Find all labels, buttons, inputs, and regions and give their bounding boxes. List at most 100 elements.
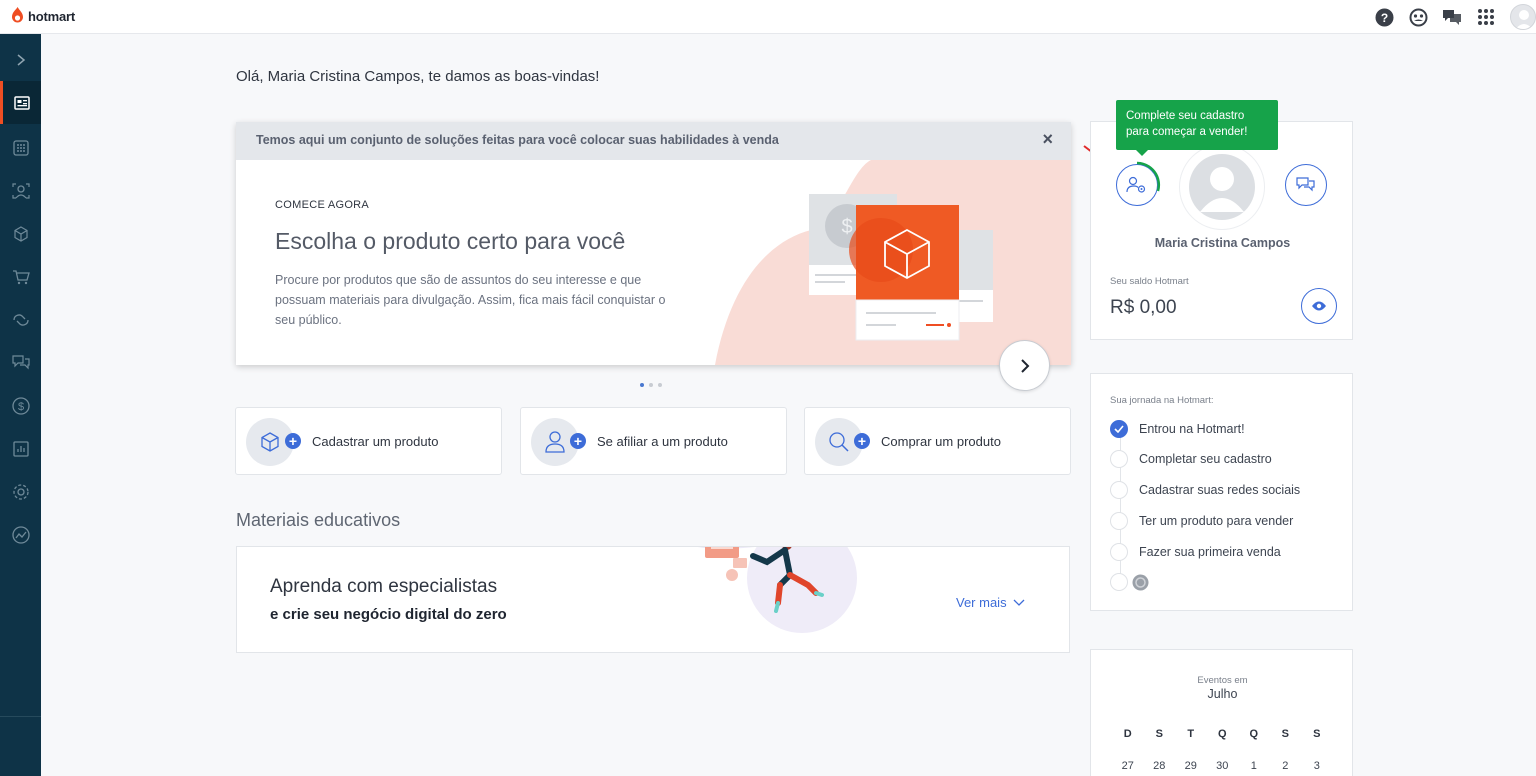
calendar-weekdays: D S T Q Q S S [1112, 728, 1342, 740]
products-grid-icon [12, 139, 29, 156]
carousel-dot[interactable] [649, 383, 653, 387]
sidebar-item-affiliates[interactable] [0, 169, 41, 212]
calendar-day[interactable]: 27 [1112, 760, 1144, 772]
action-label: Se afiliar a um produto [597, 434, 728, 449]
learning-illustration [698, 547, 857, 633]
plus-icon: + [854, 433, 870, 449]
calendar-day[interactable]: 28 [1144, 760, 1176, 772]
weekday-label: S [1313, 728, 1321, 740]
community-icon[interactable] [1408, 7, 1428, 27]
svg-text:$: $ [17, 401, 23, 413]
welcome-greeting: Olá, Maria Cristina Campos, te damos as … [236, 68, 600, 85]
calendar-label: Eventos em [1197, 675, 1248, 686]
action-label: Comprar um produto [881, 434, 1001, 449]
chevron-down-icon [1013, 599, 1025, 606]
weekday-label: S [1281, 728, 1289, 740]
hotmart-logo[interactable]: hotmart [10, 7, 75, 25]
sidebar-expand[interactable] [0, 38, 41, 81]
sidebar-item-messages[interactable] [0, 341, 41, 384]
see-more-label: Ver mais [956, 595, 1007, 610]
see-more-link[interactable]: Ver mais [956, 595, 1025, 610]
journey-step-label: Completar seu cadastro [1139, 452, 1272, 466]
weekday-label: Q [1249, 728, 1259, 740]
journey-step[interactable]: Fazer sua primeira venda [1110, 542, 1281, 562]
journey-step[interactable]: Cadastrar suas redes sociais [1110, 480, 1300, 500]
carousel-dot[interactable] [640, 383, 644, 387]
carousel-dot[interactable] [658, 383, 662, 387]
slide-kicker: COMECE AGORA [275, 199, 370, 211]
sidebar-item-analytics[interactable] [0, 513, 41, 556]
action-label: Cadastrar um produto [312, 434, 439, 449]
carousel-pagination [640, 383, 662, 387]
reports-icon [12, 440, 29, 457]
messages-icon [11, 354, 30, 369]
user-avatar-icon[interactable] [1510, 4, 1536, 30]
affiliate-product-card[interactable]: + Se afiliar a um produto [520, 407, 787, 475]
sidebar-item-cart[interactable] [0, 255, 41, 298]
journey-step: Entrou na Hotmart! [1110, 419, 1245, 439]
calendar-day[interactable]: 1 [1238, 760, 1270, 772]
plus-icon: + [570, 433, 586, 449]
pending-step-icon [1110, 512, 1128, 530]
materials-heading: Aprenda com especialistas [270, 576, 498, 597]
sidebar-item-reports[interactable] [0, 427, 41, 470]
balance-label: Seu saldo Hotmart [1110, 276, 1189, 287]
journey-card: Sua jornada na Hotmart: Entrou na Hotmar… [1090, 373, 1353, 611]
chevron-right-icon [17, 53, 25, 66]
journey-step-label: Ter um produto para vender [1139, 514, 1294, 528]
chat-bubbles-icon [1296, 177, 1315, 192]
carousel-next-button[interactable] [999, 340, 1050, 391]
pending-step-icon [1110, 481, 1128, 499]
journey-step-label: Fazer sua primeira venda [1139, 545, 1281, 559]
close-icon[interactable]: × [1042, 129, 1053, 150]
help-icon[interactable]: ? [1374, 7, 1394, 27]
messages-button[interactable] [1285, 164, 1327, 206]
buy-product-card[interactable]: + Comprar um produto [804, 407, 1071, 475]
complete-profile-tooltip: Complete seu cadastro para começar a ven… [1116, 100, 1278, 156]
register-product-card[interactable]: + Cadastrar um produto [235, 407, 502, 475]
analytics-icon [11, 525, 30, 544]
eye-icon [1312, 301, 1326, 311]
sidebar-item-money[interactable]: $ [0, 384, 41, 427]
pending-step-icon [1110, 573, 1128, 591]
sidebar-item-box[interactable] [0, 212, 41, 255]
chat-icon[interactable] [1442, 7, 1462, 27]
sidebar-item-subscriptions[interactable] [0, 298, 41, 341]
weekday-label: Q [1217, 728, 1227, 740]
profile-avatar[interactable] [1179, 144, 1265, 230]
user-avatar-icon [1189, 154, 1255, 220]
sidebar-item-settings[interactable] [0, 470, 41, 513]
cart-icon [12, 269, 30, 284]
svg-text:$: $ [841, 216, 852, 238]
money-icon: $ [11, 396, 30, 415]
weekday-label: D [1123, 728, 1132, 740]
calendar-day[interactable]: 29 [1175, 760, 1207, 772]
journey-title: Sua jornada na Hotmart: [1110, 395, 1214, 406]
product-illustration: $ [715, 160, 1071, 365]
chevron-right-icon [1020, 358, 1029, 373]
weekday-label: T [1187, 728, 1195, 740]
profile-progress-ring [1136, 161, 1161, 192]
flame-logo-icon [12, 7, 23, 23]
sidebar: $ [0, 34, 41, 776]
calendar-month: Julho [1207, 687, 1238, 701]
calendar-day[interactable]: 2 [1270, 760, 1302, 772]
toggle-balance-button[interactable] [1301, 288, 1337, 324]
slide-description: Procure por produtos que são de assuntos… [275, 273, 666, 327]
sidebar-item-dashboard[interactable] [0, 81, 41, 124]
journey-step[interactable]: Completar seu cadastro [1110, 449, 1272, 469]
slide-title: Escolha o produto certo para você [275, 228, 626, 254]
badge-icon [1132, 574, 1149, 590]
apps-grid-icon[interactable] [1476, 7, 1496, 27]
journey-step[interactable]: Ter um produto para vender [1110, 511, 1293, 531]
journey-step-label: Entrou na Hotmart! [1139, 422, 1245, 436]
calendar-day[interactable]: 30 [1207, 760, 1239, 772]
plus-icon: + [285, 433, 301, 449]
carousel-slide: COMECE AGORA Escolha o produto certo par… [236, 160, 1071, 365]
sidebar-item-products[interactable] [0, 126, 41, 169]
events-calendar: Eventos em Julho D S T Q Q S S 27 28 29 … [1090, 649, 1353, 776]
top-bar: hotmart ? [0, 0, 1536, 34]
journey-step-label: Cadastrar suas redes sociais [1139, 483, 1301, 497]
balance-value: R$ 0,00 [1110, 297, 1177, 318]
calendar-day[interactable]: 3 [1301, 760, 1333, 772]
